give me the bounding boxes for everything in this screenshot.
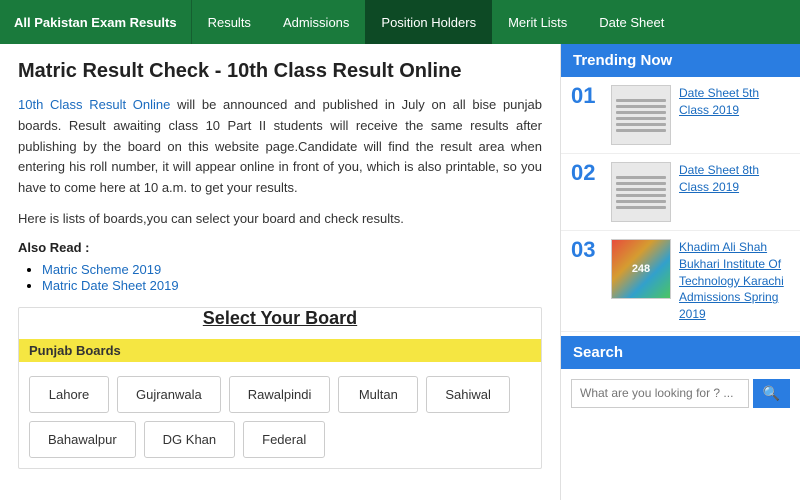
article-paragraph: 10th Class Result Online will be announc… [18,95,542,199]
trending-thumb-1 [611,85,671,145]
trending-thumb-2 [611,162,671,222]
trending-link-3[interactable]: Khadim Ali Shah Bukhari Institute Of Tec… [679,239,790,323]
trending-thumb-3: 248 [611,239,671,299]
trending-num-2: 02 [571,162,603,184]
trending-item-3: 03 248 Khadim Ali Shah Bukhari Institute… [561,231,800,332]
main-layout: Matric Result Check - 10th Class Result … [0,44,800,500]
board-btn-multan[interactable]: Multan [338,376,418,413]
nav-item-position-holders[interactable]: Position Holders [365,0,492,44]
search-button[interactable]: 🔍 [753,379,790,408]
sidebar: Trending Now 01 Date Sheet 5th Class 201… [560,44,800,500]
trending-num-1: 01 [571,85,603,107]
nav-items-container: Results Admissions Position Holders Meri… [192,0,681,44]
also-read-item-1: Matric Scheme 2019 [42,261,542,277]
search-header: Search [561,336,800,369]
nav-item-merit-lists[interactable]: Merit Lists [492,0,583,44]
board-btn-sahiwal[interactable]: Sahiwal [426,376,510,413]
also-read-item-2: Matric Date Sheet 2019 [42,277,542,293]
search-input[interactable] [571,379,749,408]
also-read-list: Matric Scheme 2019 Matric Date Sheet 201… [18,261,542,293]
board-btn-gujranwala[interactable]: Gujranwala [117,376,221,413]
nav-brand: All Pakistan Exam Results [0,0,192,44]
nav-item-date-sheet[interactable]: Date Sheet [583,0,680,44]
board-section: Select Your Board Punjab Boards Lahore G… [18,307,542,469]
board-btn-bahawalpur[interactable]: Bahawalpur [29,421,136,458]
content-area: Matric Result Check - 10th Class Result … [0,44,560,500]
also-read-link-1[interactable]: Matric Scheme 2019 [42,262,161,277]
board-btn-federal[interactable]: Federal [243,421,325,458]
board-btn-dg-khan[interactable]: DG Khan [144,421,235,458]
also-read-label: Also Read : [18,240,542,255]
search-box: 🔍 [561,369,800,418]
top-navigation: All Pakistan Exam Results Results Admiss… [0,0,800,44]
inline-link-10th[interactable]: 10th Class Result Online [18,97,170,112]
board-group-label: Punjab Boards [19,339,541,362]
board-grid: Lahore Gujranwala Rawalpindi Multan Sahi… [19,370,541,468]
board-btn-lahore[interactable]: Lahore [29,376,109,413]
page-title: Matric Result Check - 10th Class Result … [18,60,542,83]
trending-num-3: 03 [571,239,603,261]
board-btn-rawalpindi[interactable]: Rawalpindi [229,376,331,413]
boards-intro-text: Here is lists of boards,you can select y… [18,209,542,230]
nav-item-admissions[interactable]: Admissions [267,0,365,44]
trending-header: Trending Now [561,44,800,77]
nav-item-results[interactable]: Results [192,0,267,44]
also-read-link-2[interactable]: Matric Date Sheet 2019 [42,278,179,293]
trending-link-1[interactable]: Date Sheet 5th Class 2019 [679,85,790,119]
trending-item-1: 01 Date Sheet 5th Class 2019 [561,77,800,154]
board-section-title: Select Your Board [19,308,541,329]
trending-item-2: 02 Date Sheet 8th Class 2019 [561,154,800,231]
trending-link-2[interactable]: Date Sheet 8th Class 2019 [679,162,790,196]
